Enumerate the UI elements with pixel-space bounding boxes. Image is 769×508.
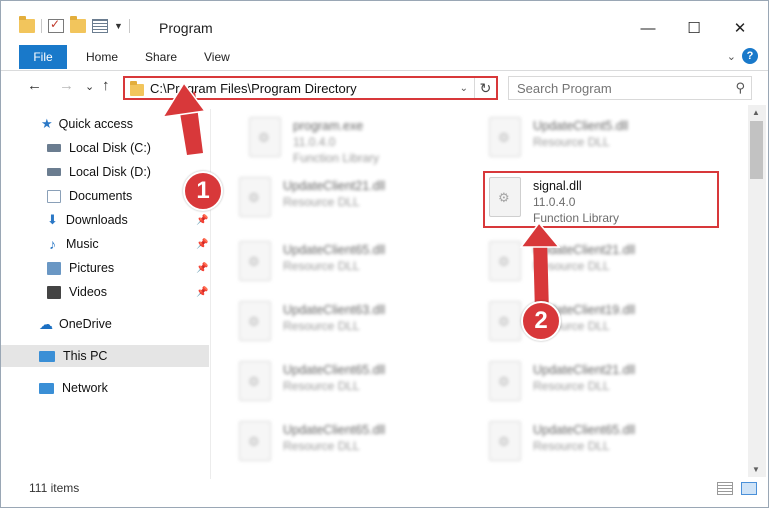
step-2-badge: 2 (521, 301, 561, 341)
annotation-arrows (161, 81, 561, 313)
arrow-2-head (519, 221, 561, 248)
explorer-window: ▼ Program — ☐ ✕ File Home Share View ⌄ ?… (0, 0, 769, 508)
arrow-1-head (161, 81, 207, 118)
step-1-badge: 1 (183, 171, 223, 211)
